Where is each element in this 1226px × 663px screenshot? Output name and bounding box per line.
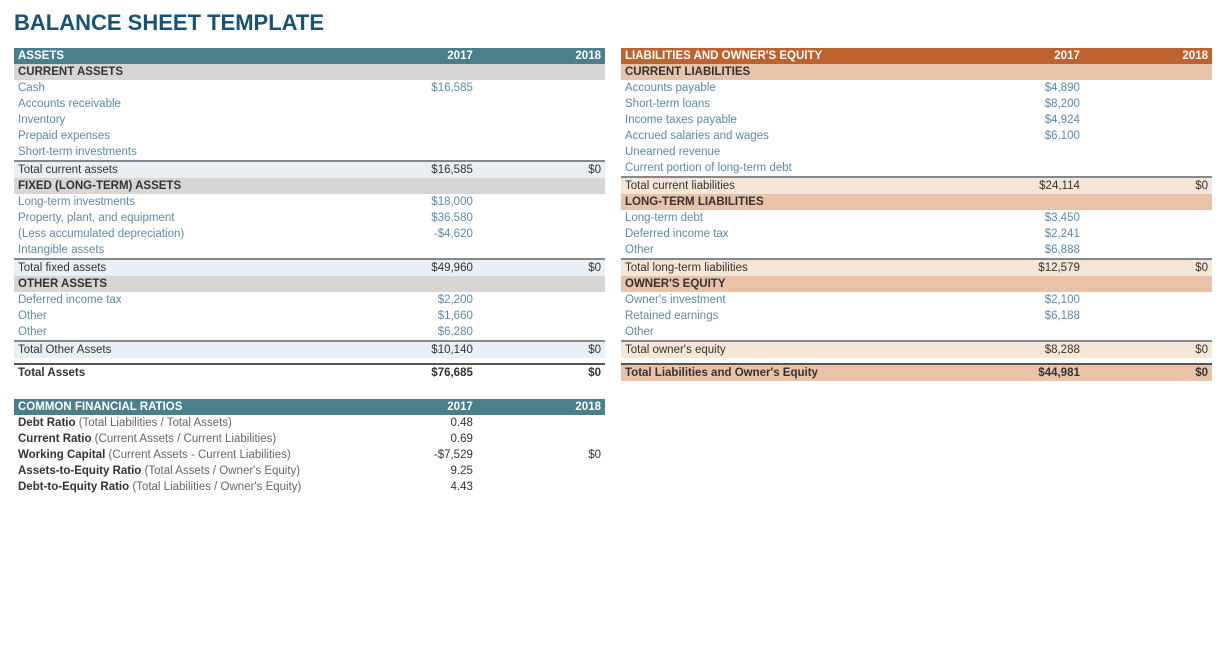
table-row: Deferred income tax $2,241	[621, 226, 1212, 242]
total-assets-row: Total Assets $76,685 $0	[14, 364, 605, 381]
long-term-liabilities-section-header: LONG-TERM LIABILITIES	[621, 194, 1212, 210]
ratio-row-current: Current Ratio (Current Assets / Current …	[14, 431, 605, 447]
current-liabilities-total: Total current liabilities $24,114 $0	[621, 177, 1212, 194]
ratio-row-debt-equity: Debt-to-Equity Ratio (Total Liabilities …	[14, 479, 605, 495]
ratios-col-2017: 2017	[357, 399, 481, 415]
table-row: (Less accumulated depreciation) -$4,620	[14, 226, 605, 242]
table-row: Deferred income tax $2,200	[14, 292, 605, 308]
page-title: BALANCE SHEET TEMPLATE	[14, 10, 1212, 36]
fixed-assets-total: Total fixed assets $49,960 $0	[14, 259, 605, 276]
table-row: Owner's investment $2,100	[621, 292, 1212, 308]
table-row: Other $6,888	[621, 242, 1212, 259]
ratio-row-working-capital: Working Capital (Current Assets - Curren…	[14, 447, 605, 463]
assets-header-label: ASSETS	[14, 48, 357, 64]
liabilities-header-row: LIABILITIES AND OWNER'S EQUITY 2017 2018	[621, 48, 1212, 64]
owners-equity-total: Total owner's equity $8,288 $0	[621, 341, 1212, 358]
liabilities-table: LIABILITIES AND OWNER'S EQUITY 2017 2018…	[621, 48, 1212, 381]
main-layout: ASSETS 2017 2018 CURRENT ASSETS Cash $16…	[14, 48, 1212, 495]
ratios-header-label: COMMON FINANCIAL RATIOS	[14, 399, 357, 415]
table-row: Long-term investments $18,000	[14, 194, 605, 210]
assets-col-2017: 2017	[357, 48, 481, 64]
table-row: Short-term investments	[14, 144, 605, 161]
assets-header-row: ASSETS 2017 2018	[14, 48, 605, 64]
table-row: Accrued salaries and wages $6,100	[621, 128, 1212, 144]
liabilities-panel: LIABILITIES AND OWNER'S EQUITY 2017 2018…	[621, 48, 1212, 495]
total-liabilities-equity-row: Total Liabilities and Owner's Equity $44…	[621, 364, 1212, 381]
table-row: Short-term loans $8,200	[621, 96, 1212, 112]
assets-panel: ASSETS 2017 2018 CURRENT ASSETS Cash $16…	[14, 48, 605, 495]
fixed-assets-section-header: FIXED (LONG-TERM) ASSETS	[14, 178, 605, 194]
table-row: Retained earnings $6,188	[621, 308, 1212, 324]
table-row: Other	[621, 324, 1212, 341]
table-row: Inventory	[14, 112, 605, 128]
table-row: Cash $16,585	[14, 80, 605, 96]
other-assets-total: Total Other Assets $10,140 $0	[14, 341, 605, 358]
current-liabilities-section-header: CURRENT LIABILITIES	[621, 64, 1212, 80]
other-assets-section-header: OTHER ASSETS	[14, 276, 605, 292]
ratio-row-assets-equity: Assets-to-Equity Ratio (Total Assets / O…	[14, 463, 605, 479]
table-row: Other $6,280	[14, 324, 605, 341]
long-term-liabilities-total: Total long-term liabilities $12,579 $0	[621, 259, 1212, 276]
table-row: Current portion of long-term debt	[621, 160, 1212, 177]
table-row: Property, plant, and equipment $36,580	[14, 210, 605, 226]
current-assets-section-header: CURRENT ASSETS	[14, 64, 605, 80]
table-row: Long-term debt $3,450	[621, 210, 1212, 226]
table-row: Prepaid expenses	[14, 128, 605, 144]
ratios-table: COMMON FINANCIAL RATIOS 2017 2018 Debt R…	[14, 399, 605, 495]
assets-col-2018: 2018	[481, 48, 605, 64]
ratios-col-2018: 2018	[481, 399, 605, 415]
liabilities-header-label: LIABILITIES AND OWNER'S EQUITY	[621, 48, 964, 64]
current-assets-total: Total current assets $16,585 $0	[14, 161, 605, 178]
owners-equity-section-header: OWNER'S EQUITY	[621, 276, 1212, 292]
table-row: Intangible assets	[14, 242, 605, 259]
ratios-header-row: COMMON FINANCIAL RATIOS 2017 2018	[14, 399, 605, 415]
table-row: Unearned revenue	[621, 144, 1212, 160]
liabilities-col-2018: 2018	[1088, 48, 1212, 64]
liabilities-col-2017: 2017	[964, 48, 1088, 64]
table-row: Income taxes payable $4,924	[621, 112, 1212, 128]
ratio-row-debt: Debt Ratio (Total Liabilities / Total As…	[14, 415, 605, 431]
table-row: Other $1,660	[14, 308, 605, 324]
table-row: Accounts payable $4,890	[621, 80, 1212, 96]
ratios-section: COMMON FINANCIAL RATIOS 2017 2018 Debt R…	[14, 399, 605, 495]
assets-table: ASSETS 2017 2018 CURRENT ASSETS Cash $16…	[14, 48, 605, 381]
table-row: Accounts receivable	[14, 96, 605, 112]
